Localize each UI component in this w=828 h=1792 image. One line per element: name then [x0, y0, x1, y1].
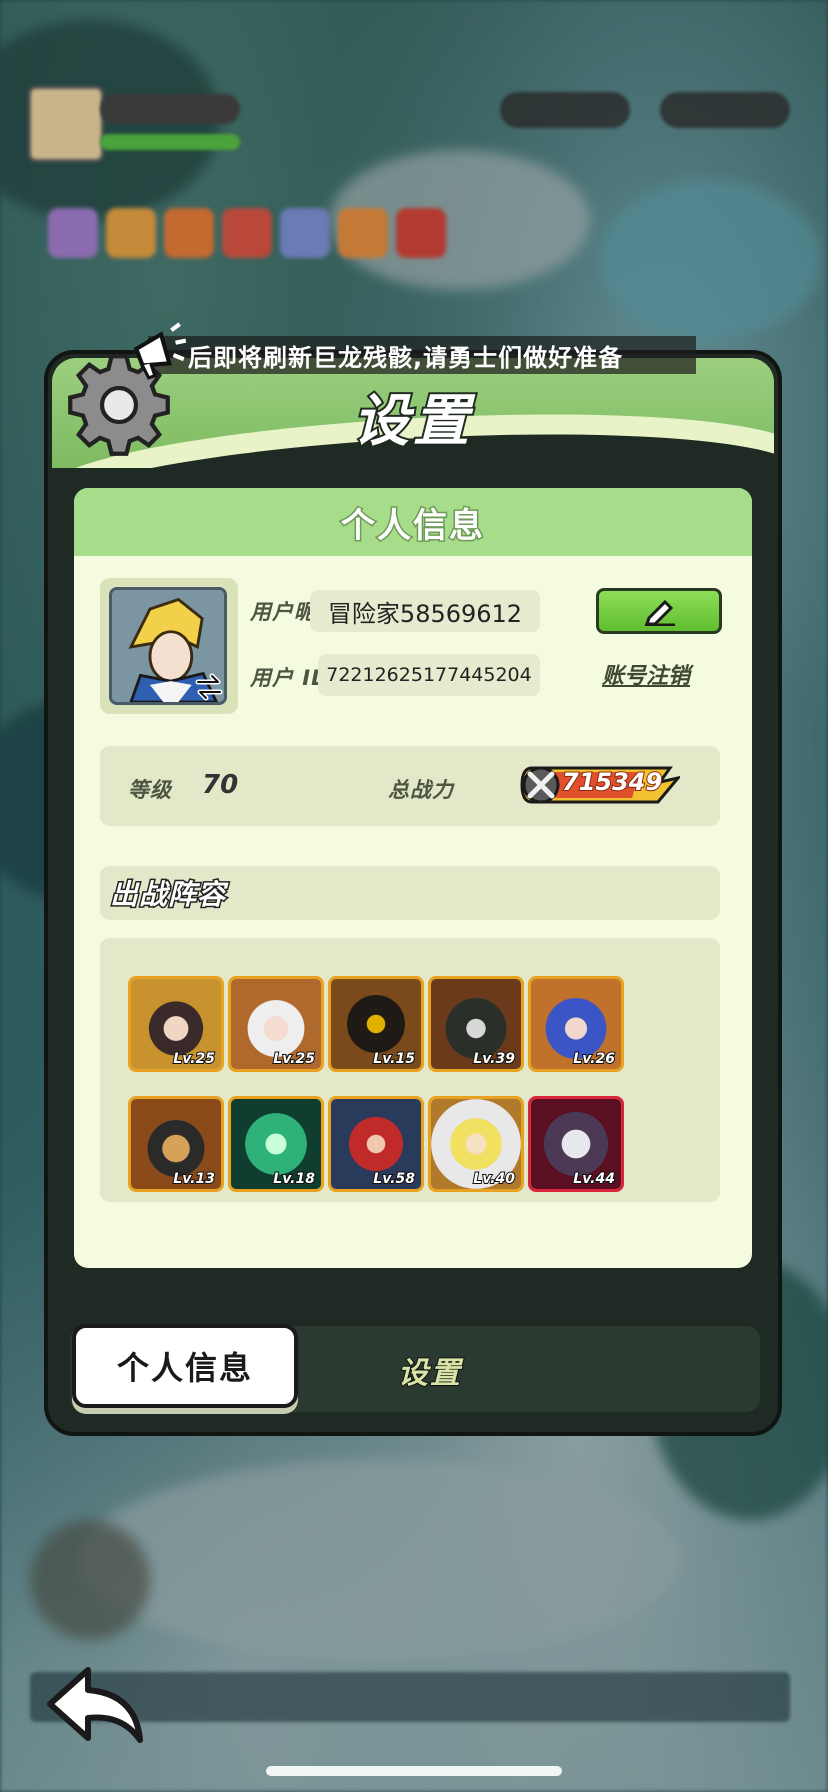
hero-level: Lv.25 — [272, 1050, 316, 1068]
profile-card: 个人信息 用户昵称 冒险家58569612 用户 ID 722126251774… — [74, 488, 752, 1268]
hud-name-bar — [100, 94, 240, 124]
back-arrow-icon[interactable] — [44, 1664, 148, 1746]
megaphone-icon — [133, 322, 187, 380]
level-label: 等级 — [128, 778, 172, 802]
nickname-value: 冒险家58569612 — [327, 599, 523, 628]
edit-nickname-button[interactable] — [596, 588, 722, 634]
tab-settings[interactable]: 设置 — [340, 1330, 520, 1410]
hero-level: Lv.44 — [572, 1170, 616, 1188]
lineup-title: 出战阵容 — [100, 866, 720, 920]
hero-level: Lv.18 — [272, 1170, 316, 1188]
avatar[interactable] — [109, 587, 227, 705]
hero-slot-2[interactable]: Lv.25 — [228, 976, 324, 1072]
hud-player-avatar — [28, 86, 104, 162]
hud-resource-gems — [500, 92, 630, 128]
swap-icon[interactable] — [192, 670, 226, 704]
user-id-field: 72212625177445204 — [318, 654, 540, 696]
hud-resource-gold — [660, 92, 790, 128]
account-deletion-link[interactable]: 账号注销 — [602, 658, 690, 690]
hero-slot-8[interactable]: Lv.58 — [328, 1096, 424, 1192]
announcement-marquee: 后即将刷新巨龙残骸,请勇士们做好准备 — [148, 336, 696, 374]
hero-slot-10[interactable]: Lv.44 — [528, 1096, 624, 1192]
hero-slot-7[interactable]: Lv.18 — [228, 1096, 324, 1192]
hero-level: Lv.26 — [572, 1050, 616, 1068]
power-badge: 715349 — [520, 764, 680, 806]
home-indicator[interactable] — [266, 1766, 562, 1776]
hero-slot-1[interactable]: Lv.25 — [128, 976, 224, 1072]
hero-slot-6[interactable]: Lv.13 — [128, 1096, 224, 1192]
pencil-icon — [644, 599, 675, 626]
hero-level: Lv.13 — [172, 1170, 216, 1188]
hero-slot-3[interactable]: Lv.15 — [328, 976, 424, 1072]
user-id-value: 72212625177445204 — [326, 664, 532, 686]
power-value: 715349 — [561, 767, 663, 797]
nickname-field: 冒险家58569612 — [310, 590, 540, 632]
hero-slot-5[interactable]: Lv.26 — [528, 976, 624, 1072]
profile-section-title: 个人信息 — [74, 488, 752, 556]
hero-level: Lv.25 — [172, 1050, 216, 1068]
crossed-swords-icon — [527, 771, 555, 799]
hero-slot-9[interactable]: Lv.40 — [428, 1096, 524, 1192]
hero-level: Lv.39 — [472, 1050, 516, 1068]
hero-level: Lv.40 — [472, 1170, 516, 1188]
hud-exp-bar — [100, 134, 240, 150]
avatar-frame[interactable] — [100, 578, 238, 714]
hero-level: Lv.15 — [372, 1050, 416, 1068]
lineup-grid: Lv.25 Lv.25 Lv.15 Lv.39 Lv.26 Lv.13 Lv.1… — [100, 938, 720, 1202]
hero-level: Lv.58 — [372, 1170, 416, 1188]
tab-personal-info[interactable]: 个人信息 — [72, 1324, 298, 1408]
announcement-text: 后即将刷新巨龙残骸,请勇士们做好准备 — [188, 343, 624, 372]
hero-slot-4[interactable]: Lv.39 — [428, 976, 524, 1072]
power-label: 总战力 — [388, 778, 454, 802]
level-value: 70 — [202, 770, 239, 800]
stats-row: 等级 70 总战力 715349 — [100, 746, 720, 826]
hud-event-icons — [48, 208, 468, 264]
